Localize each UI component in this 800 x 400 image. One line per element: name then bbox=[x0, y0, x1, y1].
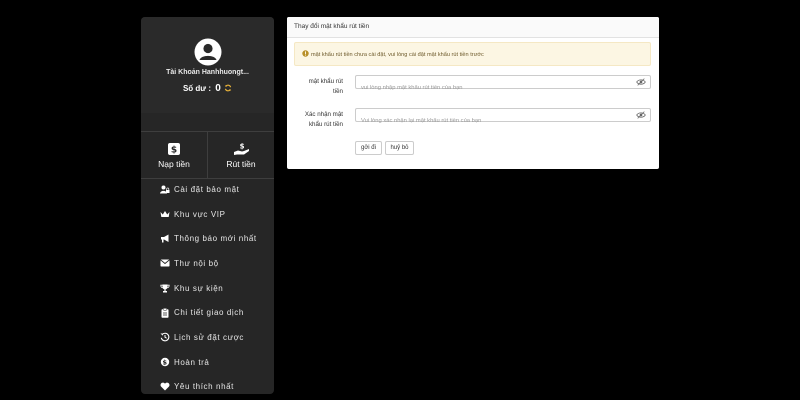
menu-label: Thông báo mới nhất bbox=[174, 234, 257, 244]
deposit-button[interactable]: $ Nạp tiền bbox=[141, 132, 207, 178]
warning-icon bbox=[302, 50, 309, 57]
menu-item-favorites[interactable]: Yêu thích nhất bbox=[141, 375, 274, 395]
eye-slash-icon[interactable] bbox=[636, 111, 646, 119]
withdraw-button[interactable]: $ Rút tiền bbox=[207, 132, 274, 178]
balance: Số dư : 0 bbox=[141, 83, 274, 94]
menu-label: Khu sự kiện bbox=[174, 283, 224, 293]
history-icon bbox=[160, 332, 170, 342]
menu-item-bet-history[interactable]: Lịch sử đặt cược bbox=[141, 325, 274, 350]
username: Tài Khoản Hanhhuongt... bbox=[166, 69, 249, 76]
menu-label: Chi tiết giao dịch bbox=[174, 308, 244, 318]
withdraw-password-field[interactable] bbox=[355, 75, 651, 94]
label-line: Xác nhận mật bbox=[304, 111, 343, 118]
wallet-actions: $ Nạp tiền $ Rút tiền bbox=[141, 131, 274, 179]
balance-label: Số dư : bbox=[182, 84, 211, 93]
coin-icon: $ bbox=[160, 357, 170, 367]
user-avatar-icon[interactable] bbox=[194, 38, 222, 66]
submit-button[interactable]: gởi đi bbox=[355, 141, 382, 155]
profile-card: Tài Khoản Hanhhuongt... Số dư : 0 bbox=[141, 17, 274, 113]
alert-text: mật khẩu rút tiền chưa cài đặt, vui lòng… bbox=[311, 52, 484, 58]
balance-value: 0 bbox=[215, 83, 221, 94]
sidebar-menu: Cài đặt bảo mật Khu vực VIP Thông báo mớ… bbox=[141, 177, 274, 394]
menu-item-events[interactable]: Khu sự kiện bbox=[141, 276, 274, 301]
label-line: mật khẩu rút bbox=[308, 78, 343, 85]
menu-item-notifications[interactable]: Thông báo mới nhất bbox=[141, 226, 274, 251]
trophy-icon bbox=[160, 283, 170, 293]
panel-title: Thay đổi mật khẩu rút tiền bbox=[287, 17, 659, 38]
user-lock-icon bbox=[160, 184, 170, 194]
warning-alert: mật khẩu rút tiền chưa cài đặt, vui lòng… bbox=[294, 42, 651, 66]
menu-item-transactions[interactable]: Chi tiết giao dịch bbox=[141, 300, 274, 325]
menu-item-inbox[interactable]: Thư nội bộ bbox=[141, 251, 274, 276]
cancel-button[interactable]: huỷ bỏ bbox=[385, 141, 414, 155]
menu-item-vip[interactable]: Khu vực VIP bbox=[141, 202, 274, 227]
crown-icon bbox=[160, 209, 170, 219]
deposit-label: Nạp tiền bbox=[158, 158, 190, 169]
withdraw-label: Rút tiền bbox=[226, 158, 256, 169]
confirm-password-label: Xác nhận mật khẩu rút tiền bbox=[283, 110, 343, 130]
menu-label: Khu vực VIP bbox=[174, 209, 226, 219]
clipboard-icon bbox=[160, 307, 170, 318]
menu-label: Thư nội bộ bbox=[174, 258, 219, 268]
eye-slash-icon[interactable] bbox=[636, 78, 646, 86]
menu-label: Hoàn trả bbox=[174, 357, 210, 367]
megaphone-icon bbox=[160, 234, 170, 244]
svg-text:$: $ bbox=[171, 145, 177, 155]
menu-label: Cài đặt bảo mật bbox=[174, 184, 240, 194]
menu-item-security[interactable]: Cài đặt bảo mật bbox=[141, 177, 274, 202]
withdraw-password-label: mật khẩu rút tiền bbox=[283, 77, 343, 97]
menu-label: Yêu thích nhất bbox=[174, 382, 234, 392]
deposit-icon: $ bbox=[168, 142, 180, 155]
menu-item-refund[interactable]: $ Hoàn trả bbox=[141, 350, 274, 375]
label-line: khẩu rút tiền bbox=[308, 121, 343, 128]
heart-icon bbox=[160, 382, 170, 392]
confirm-password-input[interactable] bbox=[356, 115, 631, 127]
menu-label: Lịch sử đặt cược bbox=[174, 332, 245, 342]
label-line: tiền bbox=[333, 88, 343, 95]
confirm-password-field[interactable] bbox=[355, 108, 651, 127]
refresh-icon[interactable] bbox=[224, 84, 232, 92]
svg-text:$: $ bbox=[162, 359, 167, 367]
withdraw-password-input[interactable] bbox=[356, 82, 631, 94]
envelope-icon bbox=[160, 258, 170, 268]
withdraw-icon: $ bbox=[233, 142, 249, 155]
sidebar: Tài Khoản Hanhhuongt... Số dư : 0 $ Nạp … bbox=[141, 17, 274, 394]
svg-text:$: $ bbox=[239, 142, 244, 150]
